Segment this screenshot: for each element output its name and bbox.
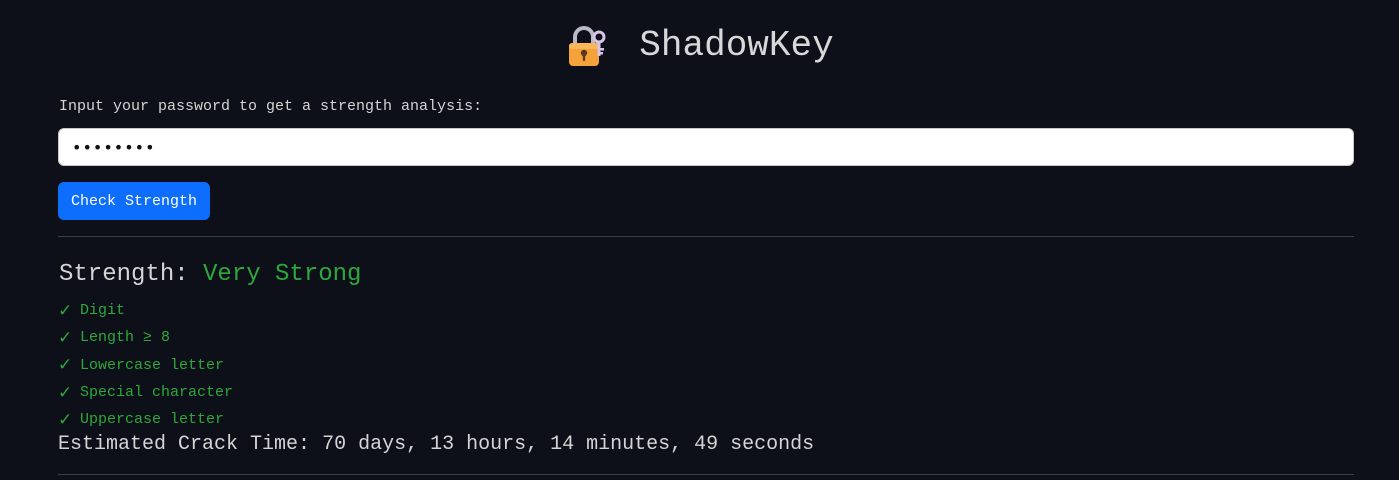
app-title: ShadowKey [639, 25, 834, 66]
checkmark-icon: ✓ [58, 355, 73, 376]
checkmark-icon: ✓ [58, 409, 73, 430]
strength-value: Very Strong [203, 261, 362, 288]
criteria-label: Uppercase letter [80, 411, 225, 429]
criteria-item: ✓ Lowercase letter [58, 352, 233, 379]
password-input[interactable] [58, 128, 1354, 166]
crack-time: Estimated Crack Time: 70 days, 13 hours,… [58, 432, 814, 458]
lock-with-key-icon [565, 24, 609, 68]
checkmark-icon: ✓ [58, 327, 73, 348]
check-strength-button[interactable]: Check Strength [58, 182, 211, 220]
divider [58, 474, 1354, 475]
criteria-label: Lowercase letter [80, 356, 225, 374]
criteria-item: ✓ Length ≥ 8 [58, 324, 233, 351]
password-prompt-label: Input your password to get a strength an… [59, 98, 483, 115]
criteria-item: ✓ Digit [58, 297, 233, 324]
criteria-label: Special character [80, 384, 234, 402]
crack-time-label: Estimated Crack Time: [58, 433, 311, 456]
criteria-label: Length ≥ 8 [80, 329, 171, 347]
criteria-item: ✓ Uppercase letter [58, 406, 233, 433]
app-root: ShadowKey Input your password to get a s… [0, 0, 1399, 480]
strength-label: Strength: [59, 261, 189, 288]
checkmark-icon: ✓ [58, 300, 73, 321]
crack-time-value: 70 days, 13 hours, 14 minutes, 49 second… [322, 433, 815, 456]
criteria-item: ✓ Special character [58, 379, 233, 406]
checkmark-icon: ✓ [58, 382, 73, 403]
strength-result: Strength: Very Strong [59, 260, 361, 290]
criteria-list: ✓ Digit ✓ Length ≥ 8 ✓ Lowercase letter … [58, 297, 233, 433]
criteria-label: Digit [80, 302, 126, 320]
divider [58, 236, 1354, 237]
header: ShadowKey [0, 22, 1399, 70]
